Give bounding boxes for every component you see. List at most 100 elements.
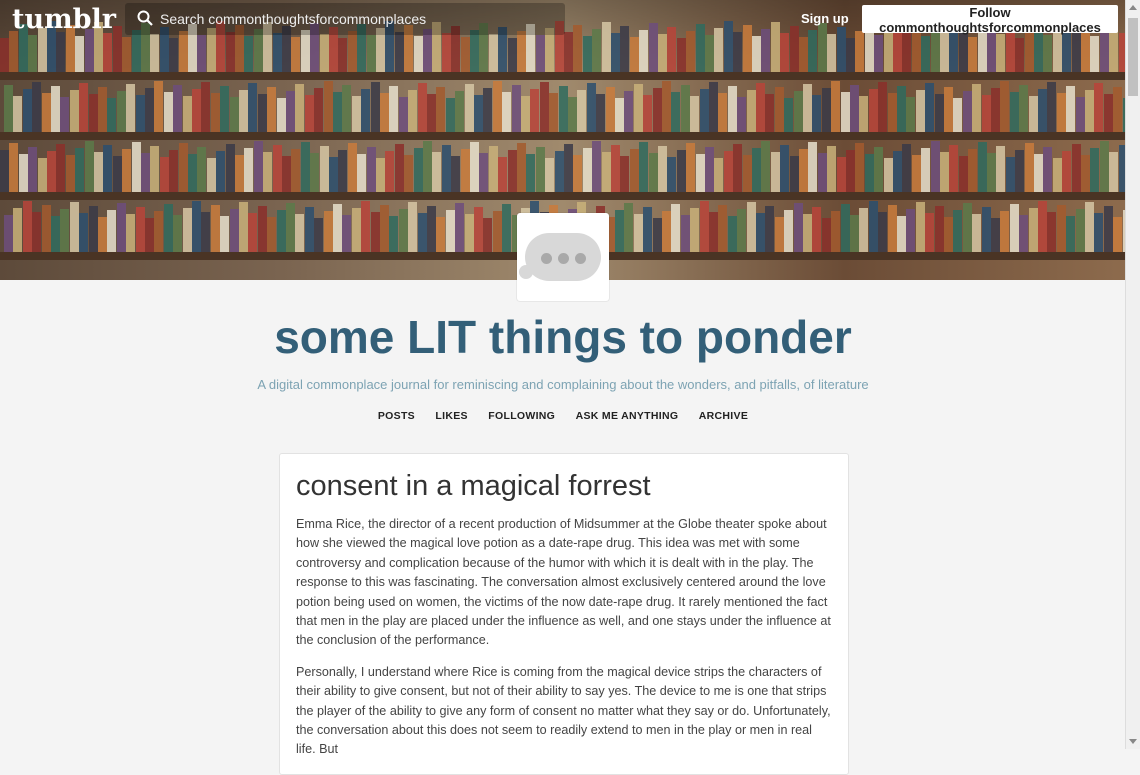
book-spine	[107, 98, 117, 132]
book-spine	[667, 157, 677, 192]
book-spine	[116, 203, 126, 252]
book-spine	[718, 93, 728, 132]
book-spine	[902, 32, 912, 72]
book-spine	[398, 209, 408, 252]
book-spine	[624, 91, 634, 132]
book-spine	[225, 32, 235, 72]
book-spine	[840, 92, 850, 132]
scroll-down-arrow-icon[interactable]	[1129, 739, 1137, 744]
book-spine	[1066, 86, 1076, 132]
blog-avatar[interactable]	[517, 213, 609, 301]
book-spine	[451, 156, 461, 192]
book-spine	[615, 98, 624, 132]
book-spine	[13, 96, 23, 132]
signup-link[interactable]: Sign up	[801, 11, 849, 26]
book-spine	[282, 156, 291, 192]
book-spine	[686, 143, 696, 192]
book-spine	[770, 152, 780, 192]
book-spine	[366, 147, 376, 192]
book-spine	[210, 205, 220, 252]
book-spine	[483, 88, 493, 132]
blog-title[interactable]: some LIT things to ponder	[0, 310, 1126, 364]
book-spine	[911, 155, 921, 192]
post-title[interactable]: consent in a magical forrest	[296, 470, 651, 503]
book-spine	[821, 218, 831, 252]
book-spine	[492, 211, 502, 252]
book-spine	[286, 203, 295, 252]
book-spine	[934, 94, 944, 132]
book-spine	[126, 214, 136, 252]
book-spine	[601, 152, 611, 192]
book-spine	[507, 38, 517, 72]
book-spine	[417, 83, 427, 132]
search-box[interactable]	[125, 3, 565, 35]
book-spine	[821, 88, 831, 132]
book-spine	[470, 142, 479, 192]
book-spine	[88, 206, 98, 252]
book-spine	[1099, 141, 1109, 192]
book-spine	[380, 93, 389, 132]
book-spine	[925, 83, 935, 132]
book-spine	[887, 205, 897, 252]
book-spine	[385, 151, 395, 192]
book-spine	[394, 32, 404, 72]
book-spine	[304, 95, 314, 132]
book-spine	[60, 209, 70, 252]
book-spine	[774, 217, 784, 252]
book-spine	[878, 212, 888, 252]
book-spine	[427, 206, 436, 252]
book-spine	[746, 202, 756, 252]
book-spine	[436, 217, 446, 252]
follow-button[interactable]: Follow commonthoughtsforcommonplaces	[862, 5, 1118, 35]
book-spine	[239, 202, 248, 252]
book-spine	[404, 155, 414, 192]
book-spine	[276, 210, 286, 252]
book-spine	[79, 213, 89, 252]
book-spine	[103, 145, 113, 192]
book-spine	[676, 38, 686, 72]
book-spine	[1015, 150, 1025, 192]
book-spine	[620, 156, 630, 192]
book-spine	[1094, 83, 1104, 132]
post-card: consent in a magical forrest Emma Rice, …	[279, 453, 849, 775]
book-spine	[582, 148, 592, 192]
book-spine	[47, 151, 56, 192]
book-spine	[526, 154, 536, 192]
nav-posts[interactable]: POSTS	[378, 410, 415, 422]
book-spine	[257, 94, 267, 132]
book-spine	[742, 155, 752, 192]
nav-likes[interactable]: LIKES	[435, 410, 467, 422]
nav-following[interactable]: FOLLOWING	[488, 410, 555, 422]
search-input[interactable]	[160, 3, 550, 35]
book-spine	[173, 85, 183, 132]
book-spine	[1056, 205, 1066, 252]
book-spine	[737, 209, 747, 252]
book-spine	[643, 207, 653, 252]
book-spine	[154, 81, 164, 132]
nav-ask-me-anything[interactable]: ASK ME ANYTHING	[576, 410, 679, 422]
scroll-thumb[interactable]	[1128, 18, 1138, 96]
shelf	[0, 192, 1126, 200]
book-spine	[897, 86, 906, 132]
page-scrollbar[interactable]	[1125, 0, 1140, 749]
book-spine	[408, 90, 418, 132]
book-spine	[1052, 158, 1062, 192]
post-paragraph: Emma Rice, the director of a recent prod…	[296, 517, 831, 648]
book-spine	[310, 153, 320, 192]
book-spine	[808, 142, 818, 192]
book-spine	[705, 35, 714, 72]
book-spine	[1094, 213, 1104, 252]
book-spine	[850, 85, 859, 132]
book-spine	[75, 36, 85, 72]
book-spine	[1000, 211, 1010, 252]
nav-archive[interactable]: ARCHIVE	[699, 410, 748, 422]
book-spine	[483, 218, 493, 252]
book-spine	[868, 89, 878, 132]
tumblr-logo[interactable]: tumblr	[12, 4, 116, 35]
book-spine	[79, 83, 89, 132]
book-spine	[159, 157, 169, 192]
book-spine	[1075, 209, 1085, 252]
book-spine	[596, 94, 606, 132]
book-spine	[370, 82, 380, 132]
scroll-up-arrow-icon[interactable]	[1129, 5, 1137, 10]
